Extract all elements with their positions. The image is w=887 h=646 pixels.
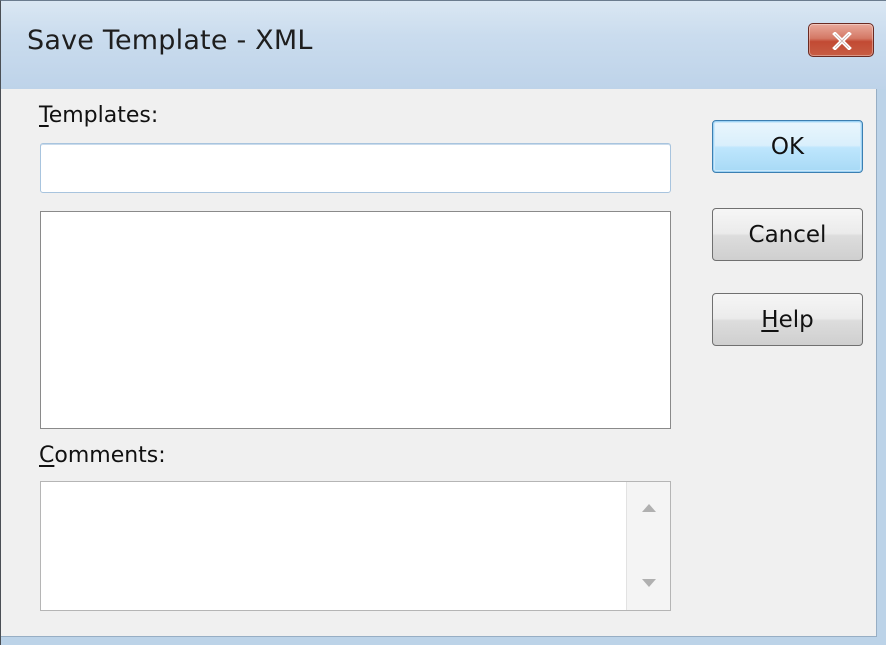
close-icon bbox=[832, 32, 852, 50]
dialog-window: Save Template - XML Templates: Comments: bbox=[0, 0, 886, 645]
templates-listbox[interactable] bbox=[40, 211, 671, 429]
comments-label-mnemonic: C bbox=[39, 443, 55, 468]
help-button-label: elp bbox=[778, 306, 814, 333]
scroll-up-arrow-icon[interactable] bbox=[641, 503, 657, 513]
ok-button[interactable]: OK bbox=[712, 120, 863, 173]
title-bar[interactable]: Save Template - XML bbox=[1, 1, 886, 89]
comments-label-text: omments: bbox=[54, 443, 166, 468]
window-title: Save Template - XML bbox=[27, 25, 313, 56]
template-name-input[interactable] bbox=[40, 143, 671, 193]
scroll-down-arrow-icon[interactable] bbox=[641, 578, 657, 588]
templates-label-mnemonic: T bbox=[39, 103, 49, 128]
templates-label-text: emplates: bbox=[48, 103, 159, 128]
help-button-mnemonic: H bbox=[761, 306, 779, 333]
comments-label: Comments: bbox=[39, 443, 166, 468]
cancel-button-label: Cancel bbox=[748, 221, 827, 248]
close-button[interactable] bbox=[808, 23, 874, 57]
templates-label: Templates: bbox=[39, 103, 158, 128]
cancel-button[interactable]: Cancel bbox=[712, 208, 863, 261]
ok-button-label: OK bbox=[770, 133, 805, 160]
comments-scrollbar[interactable] bbox=[626, 482, 670, 610]
comments-textarea[interactable] bbox=[40, 481, 671, 611]
help-button[interactable]: Help bbox=[712, 293, 863, 346]
dialog-client-area: Templates: Comments: OK Cancel Help bbox=[1, 89, 877, 637]
